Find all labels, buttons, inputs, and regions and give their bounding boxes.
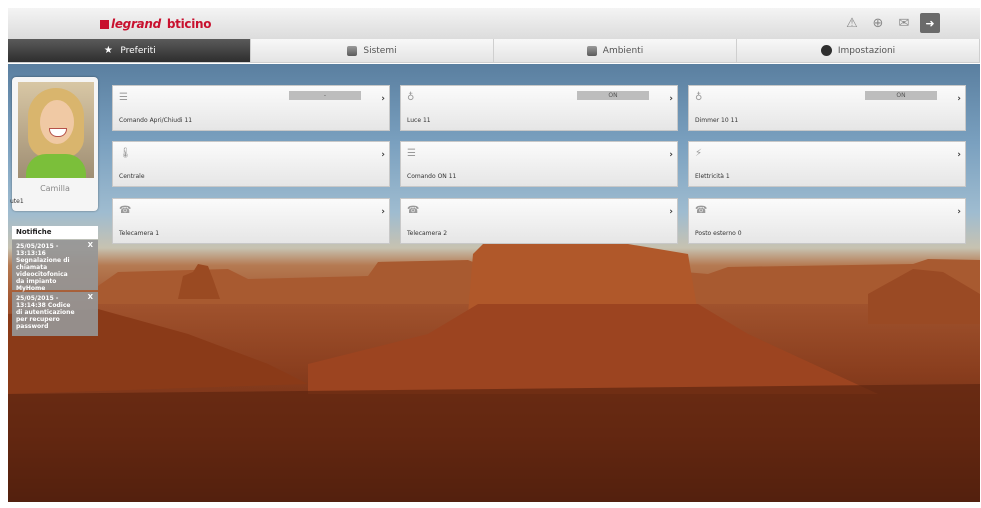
app-frame: legrand bticino ⚠ ⊕ ✉ ➜ ★ Preferiti Siste… <box>8 8 980 502</box>
chevron-right-icon[interactable]: › <box>957 207 961 217</box>
tile-state[interactable]: - <box>289 91 361 100</box>
exit-icon[interactable]: ➜ <box>920 13 940 33</box>
logo-bticino: bticino <box>166 17 212 31</box>
chevron-right-icon[interactable]: › <box>957 150 961 160</box>
tab-sistemi[interactable]: Sistemi <box>251 39 494 63</box>
tile-comando-apri-chiudi[interactable]: ☰ - › Comando Apri/Chiudi 11 <box>112 85 390 131</box>
chevron-right-icon[interactable]: › <box>381 94 385 104</box>
mail-icon[interactable]: ✉ <box>894 13 914 33</box>
tab-label: Impostazioni <box>837 45 896 56</box>
systems-icon <box>347 45 358 56</box>
tab-label: Preferiti <box>120 45 156 56</box>
chevron-right-icon[interactable]: › <box>957 94 961 104</box>
rooms-icon <box>586 45 597 56</box>
tab-label: Ambienti <box>602 45 644 56</box>
star-icon: ★ <box>103 45 113 56</box>
logo-square-icon <box>100 20 109 29</box>
tab-ambienti[interactable]: Ambienti <box>494 39 737 63</box>
tile-label: Telecamera 1 <box>119 230 160 237</box>
chevron-right-icon[interactable]: › <box>669 94 673 104</box>
tile-telecamera-2[interactable]: ☎ › Telecamera 2 <box>400 198 678 244</box>
warning-icon[interactable]: ⚠ <box>842 13 862 33</box>
tile-elettricita[interactable]: ⚡ › Elettricità 1 <box>688 141 966 187</box>
profile-name: Camilla <box>40 184 70 193</box>
main-tabs: ★ Preferiti Sistemi Ambienti Impostazion… <box>8 39 980 63</box>
shutter-icon: ☰ <box>119 92 128 103</box>
chevron-right-icon[interactable]: › <box>669 207 673 217</box>
notification-item[interactable]: 25/05/2015 - 13:13:16 Segnalazione di ch… <box>12 240 98 292</box>
tile-label: Posto esterno 0 <box>695 230 742 237</box>
tab-impostazioni[interactable]: Impostazioni <box>737 39 980 63</box>
tile-label: Dimmer 10 11 <box>695 117 739 124</box>
tile-state[interactable]: ON <box>865 91 937 100</box>
tab-label: Sistemi <box>363 45 397 56</box>
videophone-icon: ☎ <box>119 205 132 216</box>
top-bar: legrand bticino ⚠ ⊕ ✉ ➜ <box>8 8 980 40</box>
close-icon[interactable]: X <box>88 242 93 249</box>
brand-logo: legrand bticino <box>100 17 212 31</box>
chevron-right-icon[interactable]: › <box>381 150 385 160</box>
chevron-right-icon[interactable]: › <box>669 150 673 160</box>
notification-text: 25/05/2015 - 13:13:16 Segnalazione di ch… <box>16 243 70 292</box>
top-icons: ⚠ ⊕ ✉ ➜ <box>842 13 940 33</box>
avatar-face <box>40 100 74 144</box>
avatar-shirt <box>26 154 86 178</box>
tile-label: Comando Apri/Chiudi 11 <box>119 117 193 124</box>
tile-label: Centrale <box>119 173 145 180</box>
bulb-icon: ♁ <box>407 92 415 103</box>
tile-comando-on[interactable]: ☰ › Comando ON 11 <box>400 141 678 187</box>
tile-state[interactable]: ON <box>577 91 649 100</box>
notification-text: 25/05/2015 - 13:14:38 Codice di autentic… <box>16 295 75 330</box>
user-profile-card[interactable]: Camilla ute1 <box>10 77 98 211</box>
notifications-title: Notifiche <box>12 226 98 239</box>
shutter-icon: ☰ <box>407 148 416 159</box>
tile-label: Elettricità 1 <box>695 173 730 180</box>
thermometer-icon: 🌡 <box>119 148 132 159</box>
tile-label: Comando ON 11 <box>407 173 457 180</box>
videophone-icon: ☎ <box>407 205 420 216</box>
avatar <box>18 82 94 178</box>
close-icon[interactable]: X <box>88 294 93 301</box>
settings-icon <box>820 45 832 56</box>
tile-posto-esterno[interactable]: ☎ › Posto esterno 0 <box>688 198 966 244</box>
notification-item[interactable]: 25/05/2015 - 13:14:38 Codice di autentic… <box>12 292 98 336</box>
videophone-icon: ☎ <box>695 205 708 216</box>
tab-preferiti[interactable]: ★ Preferiti <box>8 39 251 63</box>
tile-dimmer[interactable]: ♁ ON › Dimmer 10 11 <box>688 85 966 131</box>
chevron-right-icon[interactable]: › <box>381 207 385 217</box>
tile-telecamera-1[interactable]: ☎ › Telecamera 1 <box>112 198 390 244</box>
tile-label: Telecamera 2 <box>407 230 448 237</box>
lock-icon[interactable]: ⊕ <box>868 13 888 33</box>
energy-icon: ⚡ <box>695 148 703 159</box>
bulb-icon: ♁ <box>695 92 703 103</box>
tile-luce[interactable]: ♁ ON › Luce 11 <box>400 85 678 131</box>
profile-username: ute1 <box>10 198 24 205</box>
tile-centrale[interactable]: 🌡 › Centrale <box>112 141 390 187</box>
tile-label: Luce 11 <box>407 117 431 124</box>
logo-legrand: legrand <box>111 17 161 31</box>
